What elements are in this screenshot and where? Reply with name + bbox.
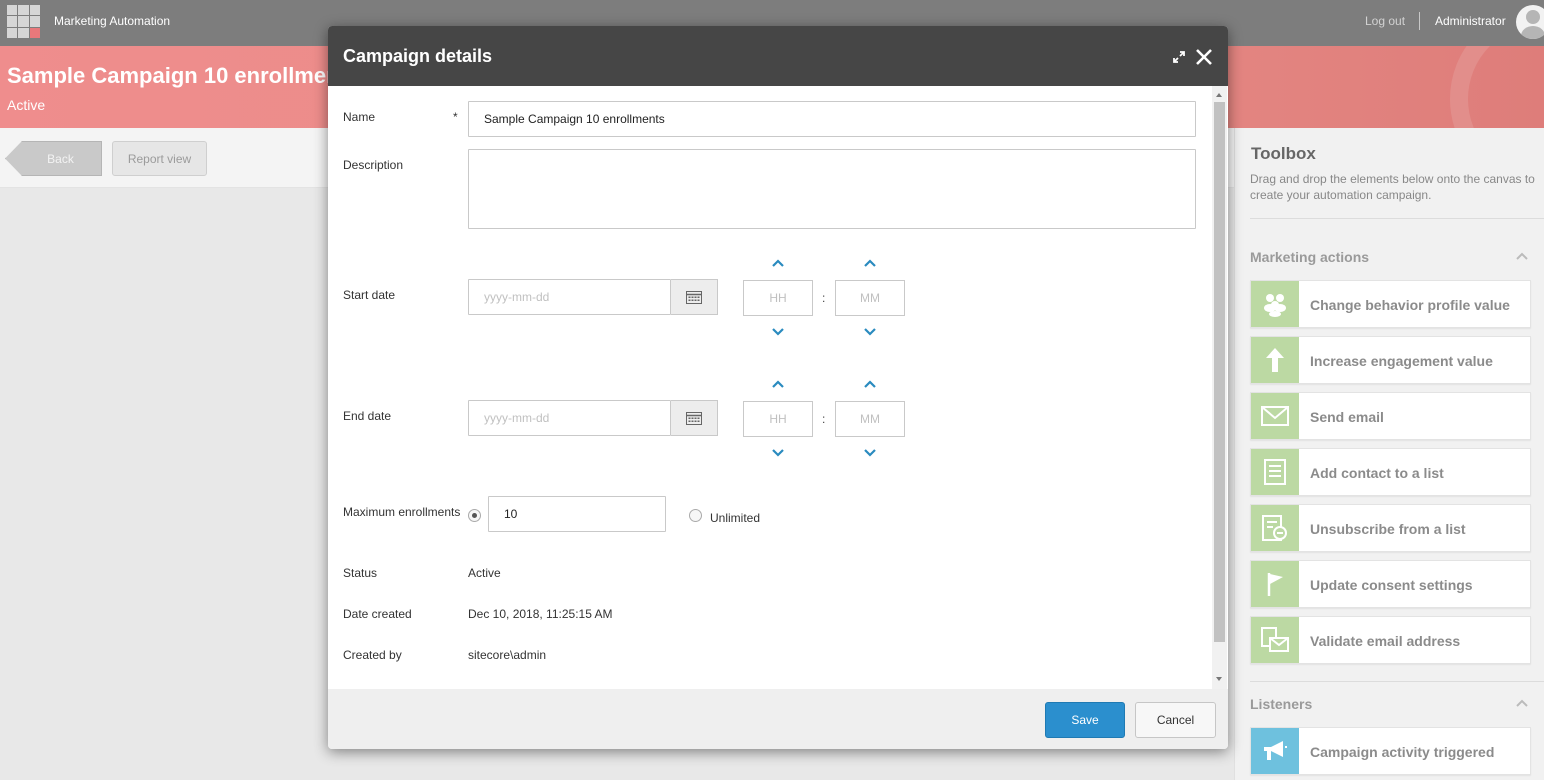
campaign-status: Active — [7, 97, 46, 113]
flag-icon — [1251, 561, 1299, 607]
dialog-scrollbar[interactable] — [1212, 86, 1227, 689]
time-separator: : — [822, 412, 826, 426]
start-hour-input[interactable]: HH — [743, 280, 813, 316]
section-title-marketing-actions[interactable]: Marketing actions — [1250, 249, 1369, 265]
status-label: Status — [343, 566, 378, 580]
start-minute-down-icon[interactable] — [863, 327, 877, 337]
required-marker: * — [453, 110, 458, 124]
toolbox-item-add-contact-to-list[interactable]: Add contact to a list — [1250, 448, 1531, 496]
dialog-header: Campaign details — [328, 26, 1228, 86]
page-title: Sample Campaign 10 enrollments — [7, 63, 360, 88]
section-title-listeners[interactable]: Listeners — [1250, 696, 1312, 712]
app-name[interactable]: Marketing Automation — [54, 14, 170, 28]
start-minute-up-icon[interactable] — [863, 258, 877, 268]
divider — [1250, 218, 1544, 219]
logout-link[interactable]: Log out — [1365, 14, 1405, 28]
calendar-icon — [686, 411, 702, 425]
chevron-up-icon[interactable] — [1516, 251, 1528, 263]
start-hour-down-icon[interactable] — [771, 327, 785, 337]
max-enrollments-radio[interactable] — [468, 509, 481, 522]
max-enrollments-label: Maximum enrollments — [343, 505, 461, 519]
toolbox-item-update-consent-settings[interactable]: Update consent settings — [1250, 560, 1531, 608]
start-minute-input[interactable]: MM — [835, 280, 905, 316]
start-date-label: Start date — [343, 288, 396, 302]
unlimited-radio[interactable] — [689, 509, 702, 522]
start-date-input[interactable]: yyyy-mm-dd — [468, 279, 671, 315]
end-hour-down-icon[interactable] — [771, 448, 785, 458]
max-enrollments-input[interactable]: 10 — [488, 496, 666, 532]
end-date-input[interactable]: yyyy-mm-dd — [468, 400, 671, 436]
end-hour-input[interactable]: HH — [743, 401, 813, 437]
toolbox-item-label: Increase engagement value — [1310, 353, 1493, 369]
cancel-button[interactable]: Cancel — [1135, 702, 1216, 738]
name-input[interactable]: Sample Campaign 10 enrollments — [468, 101, 1196, 137]
time-separator: : — [822, 291, 826, 305]
scroll-down-arrow[interactable] — [1216, 677, 1222, 681]
megaphone-icon — [1251, 728, 1299, 774]
date-created-value: Dec 10, 2018, 11:25:15 AM — [468, 607, 613, 621]
toolbox-panel: Toolbox Drag and drop the elements below… — [1234, 128, 1544, 780]
date-created-label: Date created — [343, 607, 412, 621]
toolbox-item-validate-email-address[interactable]: Validate email address — [1250, 616, 1531, 664]
toolbox-description: Drag and drop the elements below onto th… — [1250, 172, 1535, 202]
scroll-thumb[interactable] — [1214, 102, 1225, 642]
toolbox-item-label: Change behavior profile value — [1310, 297, 1510, 313]
dialog-title: Campaign details — [343, 46, 493, 66]
end-hour-up-icon[interactable] — [771, 379, 785, 389]
end-date-label: End date — [343, 409, 392, 423]
app-launcher-icon[interactable] — [7, 5, 40, 38]
name-label: Name — [343, 110, 376, 124]
status-value: Active — [468, 566, 501, 580]
scroll-up-arrow[interactable] — [1216, 93, 1222, 97]
toolbox-item-increase-engagement-value[interactable]: Increase engagement value — [1250, 336, 1531, 384]
end-minute-up-icon[interactable] — [863, 379, 877, 389]
description-textarea[interactable] — [468, 149, 1196, 229]
created-by-value: sitecore\admin — [468, 648, 547, 662]
toolbox-item-label: Update consent settings — [1310, 577, 1473, 593]
unlimited-label[interactable]: Unlimited — [710, 511, 760, 525]
toolbox-item-label: Campaign activity triggered — [1310, 744, 1495, 760]
created-by-label: Created by — [343, 648, 402, 662]
report-view-button[interactable]: Report view — [112, 141, 207, 176]
chevron-up-icon[interactable] — [1516, 698, 1528, 710]
user-name[interactable]: Administrator — [1435, 14, 1506, 28]
end-minute-input[interactable]: MM — [835, 401, 905, 437]
start-date-calendar-button[interactable] — [671, 279, 718, 315]
close-icon[interactable] — [1194, 47, 1214, 67]
toolbox-item-label: Send email — [1310, 409, 1384, 425]
campaign-details-dialog: Campaign details Name * Sample Campaign … — [328, 26, 1228, 749]
end-minute-down-icon[interactable] — [863, 448, 877, 458]
divider — [1250, 681, 1544, 682]
calendar-icon — [686, 290, 702, 304]
arrow-up-icon — [1251, 337, 1299, 383]
maximize-icon[interactable] — [1172, 50, 1186, 64]
back-button[interactable]: Back — [5, 141, 102, 176]
dialog-footer: Save Cancel — [328, 689, 1228, 749]
toolbox-item-change-behavior-profile-value[interactable]: Change behavior profile value — [1250, 280, 1531, 328]
toolbox-title: Toolbox — [1251, 144, 1316, 163]
toolbox-item-unsubscribe-from-list[interactable]: Unsubscribe from a list — [1250, 504, 1531, 552]
save-button[interactable]: Save — [1045, 702, 1125, 738]
people-icon — [1251, 281, 1299, 327]
envelope-icon — [1251, 393, 1299, 439]
dialog-body: Name * Sample Campaign 10 enrollments De… — [328, 86, 1228, 689]
divider — [1419, 12, 1420, 30]
toolbox-item-label: Validate email address — [1310, 633, 1461, 649]
start-hour-up-icon[interactable] — [771, 258, 785, 268]
toolbox-item-label: Unsubscribe from a list — [1310, 521, 1466, 537]
email-validate-icon — [1251, 617, 1299, 663]
toolbox-item-campaign-activity-triggered[interactable]: Campaign activity triggered — [1250, 727, 1531, 775]
list-remove-icon — [1251, 505, 1299, 551]
toolbox-item-label: Add contact to a list — [1310, 465, 1444, 481]
toolbox-item-send-email[interactable]: Send email — [1250, 392, 1531, 440]
list-icon — [1251, 449, 1299, 495]
end-date-calendar-button[interactable] — [671, 400, 718, 436]
avatar[interactable] — [1516, 5, 1544, 39]
description-label: Description — [343, 158, 404, 172]
